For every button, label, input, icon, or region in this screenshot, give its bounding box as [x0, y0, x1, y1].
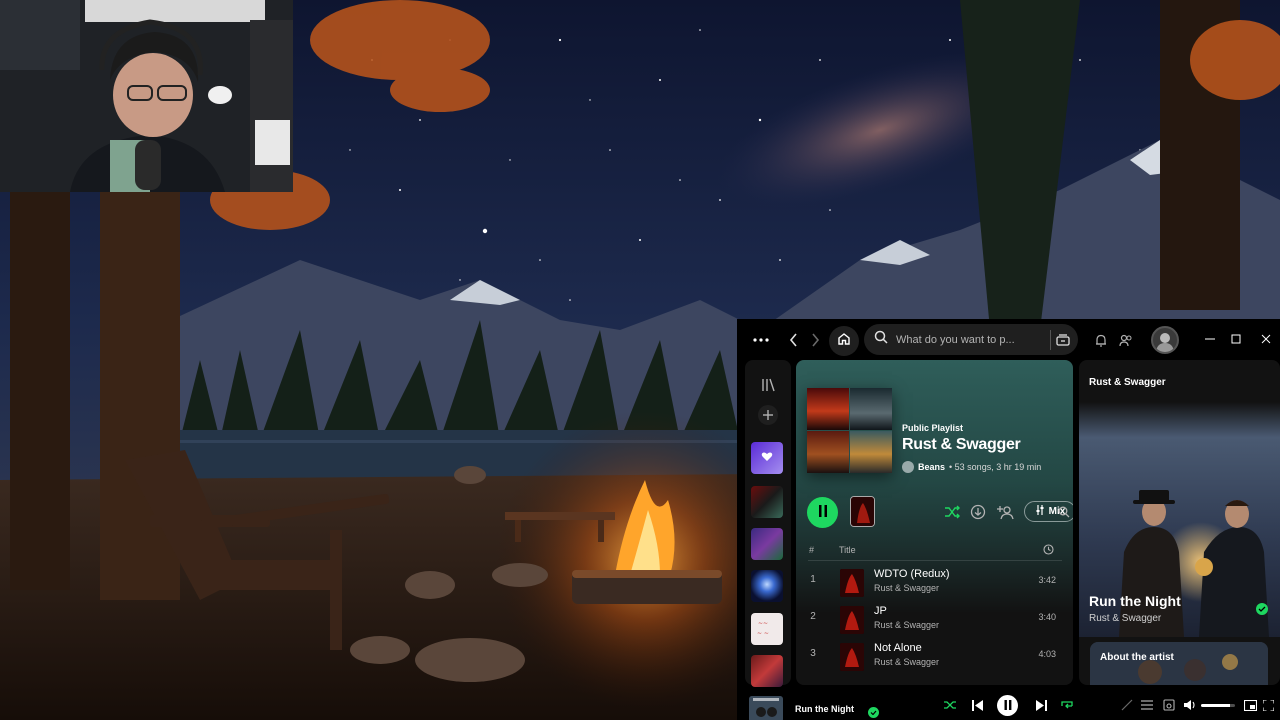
- minimize-icon[interactable]: [1203, 332, 1217, 346]
- clock-icon: [1043, 544, 1054, 557]
- chevron-left-icon[interactable]: [785, 331, 801, 349]
- maximize-icon[interactable]: [1229, 332, 1243, 346]
- track-thumbnail: [840, 643, 864, 671]
- track-duration: 3:40: [1038, 612, 1056, 622]
- library-sidebar: ~~ ~ ~: [745, 360, 791, 687]
- miniplayer-icon[interactable]: [1242, 697, 1258, 713]
- home-icon: [837, 332, 851, 351]
- track-thumbnail: [840, 606, 864, 634]
- queue-icon[interactable]: [1139, 697, 1155, 713]
- check-icon[interactable]: [1256, 603, 1268, 615]
- track-duration: 4:03: [1038, 649, 1056, 659]
- playlist-mini-cover[interactable]: [850, 496, 875, 527]
- title-bar: What do you want to p...: [737, 319, 1280, 360]
- heart-icon: [761, 449, 773, 467]
- now-playing-header[interactable]: Rust & Swagger: [1089, 377, 1166, 388]
- home-button[interactable]: [829, 326, 859, 356]
- check-icon[interactable]: [868, 707, 879, 718]
- library-item-playlist[interactable]: ~~ ~ ~: [751, 613, 783, 645]
- playlist-view: Public Playlist Rust & Swagger Beans • 5…: [796, 360, 1073, 685]
- fullscreen-icon[interactable]: [1260, 697, 1276, 713]
- now-playing-title[interactable]: Run the Night: [1089, 593, 1181, 609]
- track-number: 2: [810, 611, 816, 622]
- track-artist[interactable]: Rust & Swagger: [874, 583, 939, 593]
- player-track-title[interactable]: Run the Night: [795, 704, 854, 714]
- library-icon[interactable]: [759, 376, 777, 394]
- column-title: Title: [839, 545, 856, 555]
- avatar[interactable]: [1151, 326, 1179, 354]
- liked-songs-item[interactable]: [751, 442, 783, 474]
- action-bar: Mix: [796, 494, 1073, 530]
- svg-text:~ ~: ~ ~: [757, 630, 769, 637]
- browse-icon[interactable]: [1050, 330, 1070, 350]
- track-thumbnail: [840, 569, 864, 597]
- download-icon[interactable]: [969, 503, 987, 521]
- library-item-playlist[interactable]: [751, 655, 783, 687]
- track-number: 1: [810, 574, 816, 585]
- lyrics-icon[interactable]: [1119, 697, 1135, 713]
- add-collaborator-icon[interactable]: [997, 503, 1015, 521]
- playlist-cover: [807, 388, 892, 473]
- playlist-search-icon[interactable]: [1055, 503, 1073, 521]
- about-artist-label: About the artist: [1100, 652, 1174, 663]
- pause-button[interactable]: [997, 695, 1018, 716]
- page-title: Rust & Swagger: [902, 436, 1021, 453]
- connect-device-icon[interactable]: [1161, 697, 1177, 713]
- add-icon[interactable]: [758, 405, 778, 425]
- svg-text:~~: ~~: [758, 620, 768, 627]
- track-artist[interactable]: Rust & Swagger: [874, 620, 939, 630]
- library-item-playlist[interactable]: [751, 486, 783, 518]
- playlist-meta: Beans • 53 songs, 3 hr 19 min: [902, 461, 1041, 473]
- owner-avatar: [902, 461, 914, 473]
- spotify-window: What do you want to p... ~~ ~ ~ Public P…: [737, 319, 1280, 720]
- track-title[interactable]: WDTO (Redux): [874, 568, 950, 580]
- previous-icon[interactable]: [969, 697, 985, 713]
- repeat-icon[interactable]: [1059, 697, 1075, 713]
- next-icon[interactable]: [1033, 697, 1049, 713]
- about-artist-card[interactable]: About the artist: [1090, 642, 1268, 685]
- track-list-header: # Title: [808, 543, 1062, 561]
- chevron-right-icon[interactable]: [807, 331, 823, 349]
- table-row[interactable]: 1 WDTO (Redux) Rust & Swagger 3:42: [808, 564, 1062, 598]
- pause-icon: [1004, 697, 1012, 715]
- volume-slider[interactable]: [1201, 704, 1235, 707]
- library-item-playlist[interactable]: [751, 570, 783, 602]
- playlist-type: Public Playlist: [902, 423, 964, 433]
- now-playing-artist[interactable]: Rust & Swagger: [1089, 613, 1161, 624]
- library-item-playlist[interactable]: [751, 528, 783, 560]
- now-playing-panel: Rust & Swagger Run the Night Rust & Swag…: [1079, 360, 1280, 685]
- webcam-overlay: [0, 0, 293, 192]
- player-bar: Run the Night: [737, 689, 1280, 720]
- more-dots-icon[interactable]: [751, 332, 771, 348]
- close-icon[interactable]: [1259, 332, 1273, 346]
- player-thumbnail[interactable]: [749, 696, 783, 720]
- search-input[interactable]: What do you want to p...: [864, 324, 1078, 355]
- column-number: #: [809, 545, 815, 555]
- shuffle-icon[interactable]: [942, 697, 958, 713]
- volume-icon[interactable]: [1182, 697, 1198, 713]
- shuffle-icon[interactable]: [943, 503, 961, 521]
- pause-button[interactable]: [807, 497, 838, 528]
- track-artist[interactable]: Rust & Swagger: [874, 657, 939, 667]
- table-row[interactable]: 3 Not Alone Rust & Swagger 4:03: [808, 638, 1062, 672]
- bell-icon[interactable]: [1093, 332, 1109, 348]
- table-row[interactable]: 2 JP Rust & Swagger 3:40: [808, 601, 1062, 635]
- owner-name[interactable]: Beans: [918, 462, 945, 472]
- track-number: 3: [810, 648, 816, 659]
- search-placeholder: What do you want to p...: [896, 333, 1015, 346]
- playlist-stats: • 53 songs, 3 hr 19 min: [949, 462, 1042, 472]
- search-icon: [874, 330, 888, 349]
- track-duration: 3:42: [1038, 575, 1056, 585]
- sliders-icon: [1035, 505, 1045, 518]
- track-title[interactable]: Not Alone: [874, 642, 922, 654]
- friends-icon[interactable]: [1118, 332, 1134, 348]
- track-title[interactable]: JP: [874, 605, 887, 617]
- pause-icon: [818, 504, 828, 522]
